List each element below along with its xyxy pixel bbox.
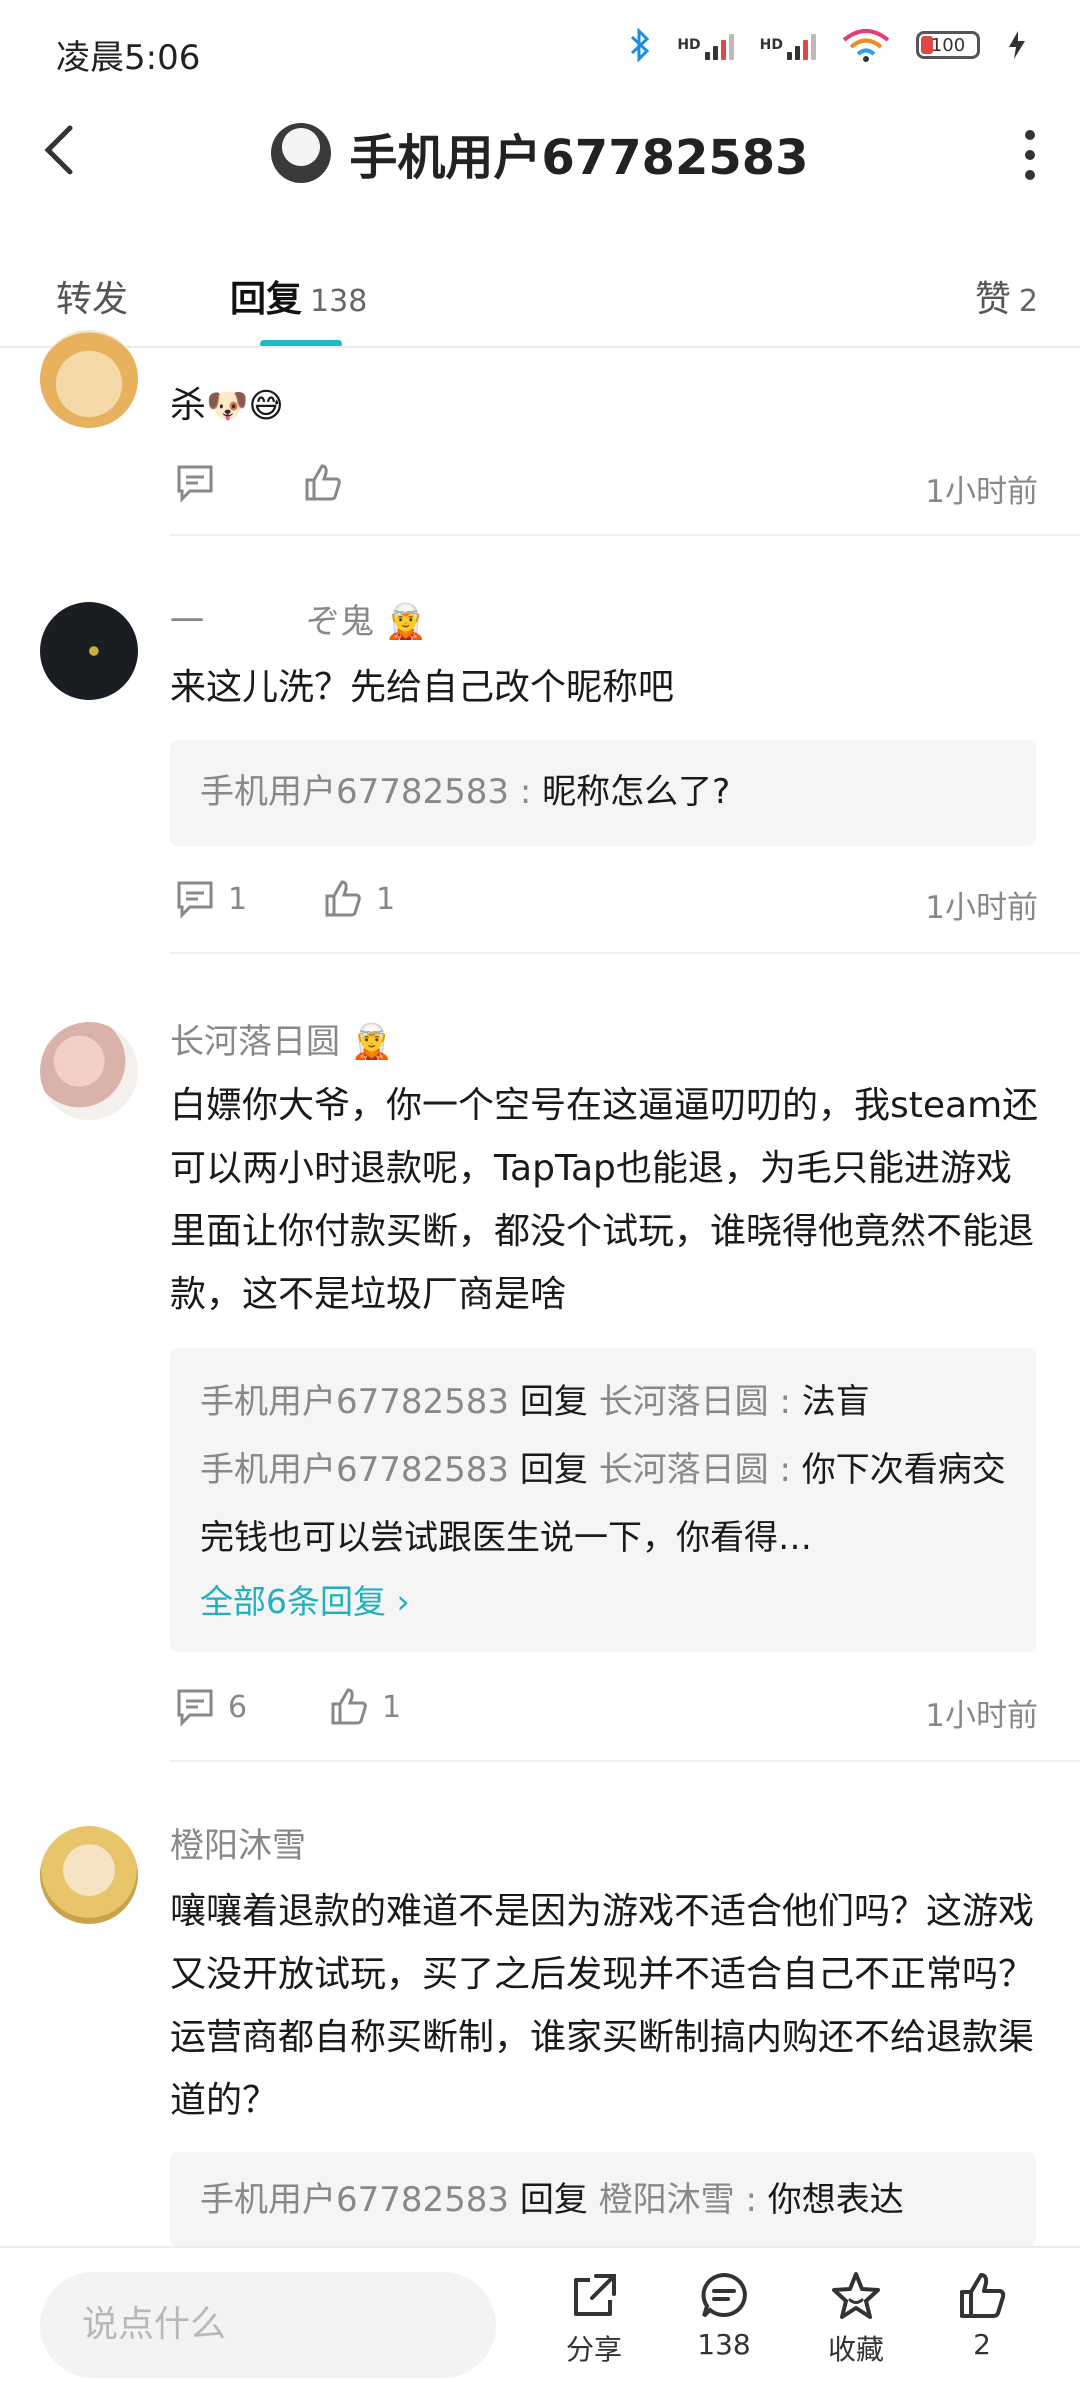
reply-line: 手机用户67782583 回复 长河落日圆 : 法盲 <box>200 1382 870 1422</box>
like-post-button[interactable]: 2 <box>922 2270 1042 2361</box>
share-label: 分享 <box>565 2333 622 2366</box>
like-button[interactable] <box>302 462 344 504</box>
comment-icon <box>177 1689 213 1727</box>
comment-icon <box>177 465 213 503</box>
comment-content: 杀🐶😅 <box>170 385 284 426</box>
thumbs-up-icon <box>960 2273 1006 2318</box>
comment-time: 1小时前 <box>925 1698 1038 1734</box>
comment-time: 1小时前 <box>925 890 1038 926</box>
avatar[interactable] <box>40 1022 138 1120</box>
reply-line: 手机用户67782583 回复 橙阳沐雪 : 你想表达 <box>200 2180 904 2220</box>
divider <box>170 1760 1080 1762</box>
comment-username[interactable]: 长河落日圆 🧝 <box>170 1014 393 1063</box>
comment-username[interactable]: 一 ぞ鬼 🧝 <box>170 594 427 643</box>
comment-content: 来这儿洗？先给自己改个昵称吧 <box>170 667 675 708</box>
tab-likes-label: 赞 <box>974 279 1011 320</box>
divider <box>170 952 1080 954</box>
tab-likes[interactable]: 赞2 <box>975 270 1038 322</box>
avatar[interactable] <box>40 1826 138 1924</box>
tab-reply-label: 回复 <box>230 279 303 320</box>
bottom-divider <box>0 2246 1080 2248</box>
tab-repost[interactable]: 转发 <box>56 270 128 322</box>
comment-icon <box>177 881 213 919</box>
divider <box>170 534 1080 536</box>
wifi-icon <box>842 28 890 62</box>
star-icon <box>832 2272 880 2319</box>
favorite-button[interactable]: 收藏 <box>796 2270 916 2368</box>
like-button[interactable]: 1 <box>328 1686 401 1728</box>
avatar[interactable] <box>40 330 138 428</box>
like-button[interactable]: 1 <box>322 878 395 920</box>
comment-time: 1小时前 <box>925 474 1038 510</box>
status-icons: HD HD 100 <box>629 28 1028 62</box>
comment-content: 嚷嚷着退款的难道不是因为游戏不适合他们吗？这游戏又没开放试玩，买了之后发现并不适… <box>170 1891 1035 2121</box>
reply-preview[interactable]: 手机用户67782583 : 昵称怎么了? <box>170 740 1036 846</box>
signal-icon-sim2: HD <box>760 30 816 60</box>
thumbs-up-icon <box>325 880 361 917</box>
status-time: 凌晨5:06 <box>56 38 201 78</box>
battery-icon: 100 <box>916 31 980 59</box>
share-button[interactable]: 分享 <box>534 2270 654 2368</box>
comment-button[interactable]: 6 <box>174 1686 247 1728</box>
reply-preview[interactable]: 手机用户67782583 回复 橙阳沐雪 : 你想表达 <box>170 2152 1036 2246</box>
more-options-icon[interactable] <box>1020 130 1040 180</box>
thumbs-up-icon <box>305 464 341 501</box>
tab-reply-count: 138 <box>310 284 368 319</box>
avatar[interactable] <box>271 123 332 183</box>
charging-icon <box>1006 30 1028 60</box>
comments-button[interactable]: 138 <box>664 2270 784 2361</box>
signal-icon-sim1: HD <box>677 30 734 60</box>
reply-line: 手机用户67782583 : 昵称怎么了? <box>200 772 731 812</box>
reply-preview[interactable]: 手机用户67782583 回复 长河落日圆 : 法盲 手机用户67782583 … <box>170 1348 1036 1652</box>
tab-likes-count: 2 <box>1018 284 1038 319</box>
likes-count: 2 <box>973 2328 991 2361</box>
share-icon <box>574 2274 616 2316</box>
tab-divider <box>0 346 1080 348</box>
comment-input[interactable]: 说点什么 <box>40 2272 496 2378</box>
comment-username[interactable]: 橙阳沐雪 <box>170 1818 306 1867</box>
header-title: 手机用户67782583 <box>0 118 1080 188</box>
comments-count: 138 <box>697 2328 751 2361</box>
avatar[interactable] <box>40 602 138 700</box>
reply-line: 手机用户67782583 回复 长河落日圆 : 你下次看病交完钱也可以尝试跟医生… <box>200 1450 1006 1558</box>
view-all-replies-link[interactable]: 全部6条回复 › <box>170 1572 1036 1632</box>
comment-bubble-icon <box>701 2272 747 2318</box>
comment-content: 白嫖你大爷，你一个空号在这逼逼叨叨的，我steam还可以两小时退款呢，TapTa… <box>170 1085 1039 1315</box>
page-title: 手机用户67782583 <box>349 130 809 186</box>
bluetooth-icon <box>629 28 651 62</box>
comment-button[interactable] <box>174 462 216 504</box>
favorite-label: 收藏 <box>827 2333 884 2366</box>
thumbs-up-icon <box>331 1688 367 1725</box>
comment-button[interactable]: 1 <box>174 878 247 920</box>
tab-reply[interactable]: 回复 138 <box>230 270 367 322</box>
